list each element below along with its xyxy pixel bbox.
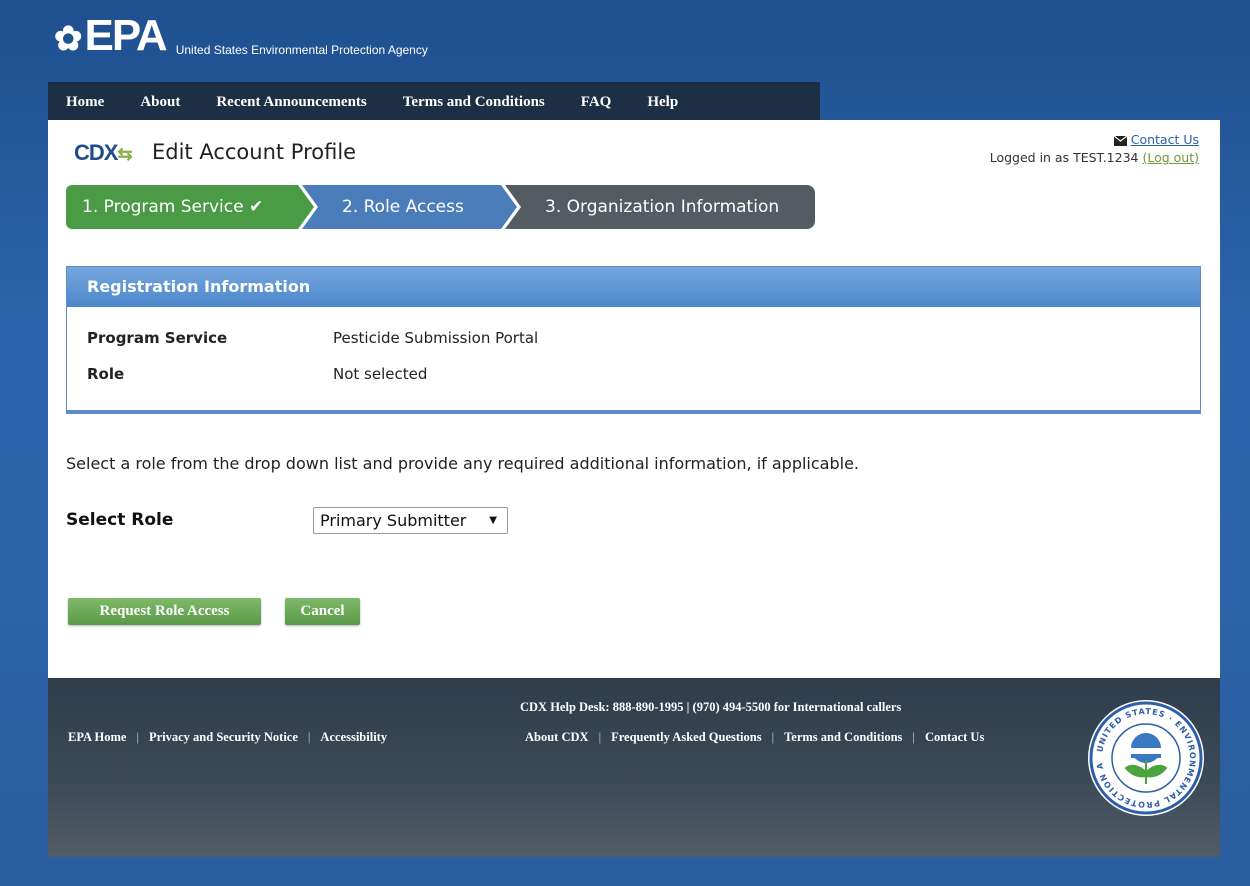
footer-link-accessibility[interactable]: Accessibility [320, 730, 387, 745]
reg-label: Program Service [87, 329, 228, 347]
footer: CDX Help Desk: 888-890-1995 | (970) 494-… [48, 678, 1220, 857]
step-organization-information: 3. Organization Information [505, 185, 815, 229]
epa-logo[interactable]: ✿EPA United States Environmental Protect… [54, 14, 428, 61]
epa-flower-icon: ✿ [54, 20, 82, 58]
cdx-arrow-icon: ⇆ [117, 144, 132, 164]
progress-steps: 1. Program Service ✔ 2. Role Access 3. O… [66, 185, 815, 229]
select-role-label: Select Role [66, 510, 174, 530]
request-role-access-button[interactable]: Request Role Access [68, 598, 261, 625]
registration-info-heading: Registration Information [67, 267, 1200, 307]
account-info: Contact Us Logged in as TEST.1234 (Log o… [990, 132, 1199, 165]
divider: | [912, 730, 915, 744]
page-title: Edit Account Profile [152, 140, 357, 164]
divider: | [307, 730, 311, 744]
reg-value: Not selected [333, 365, 428, 383]
reg-value: Pesticide Submission Portal [333, 329, 539, 347]
reg-row-program-service: Program Service Pesticide Submission Port… [87, 329, 538, 347]
nav-recent-announcements[interactable]: Recent Announcements [198, 82, 384, 120]
footer-link-about-cdx[interactable]: About CDX [525, 730, 589, 745]
envelope-icon [1113, 135, 1127, 146]
footer-link-contact[interactable]: Contact Us [925, 730, 984, 745]
nav-about[interactable]: About [122, 82, 198, 120]
step-role-access[interactable]: 2. Role Access [302, 185, 517, 229]
contact-us-link[interactable]: Contact Us [1131, 132, 1199, 147]
nav-home[interactable]: Home [48, 82, 122, 120]
step-program-service[interactable]: 1. Program Service ✔ [66, 185, 314, 229]
footer-link-privacy[interactable]: Privacy and Security Notice [149, 730, 298, 745]
epa-seal-icon: UNITED STATES · ENVIRONMENTAL PROTECTION… [1086, 698, 1204, 816]
footer-link-epa-home[interactable]: EPA Home [68, 730, 126, 745]
nav-terms[interactable]: Terms and Conditions [385, 82, 563, 120]
epa-logo-mark: ✿EPA [54, 11, 168, 60]
reg-label: Role [87, 365, 125, 383]
cdx-logo: CDX⇆ [74, 140, 133, 165]
main-panel: CDX⇆ Edit Account Profile Contact Us Log… [48, 120, 1220, 678]
footer-link-terms[interactable]: Terms and Conditions [784, 730, 902, 745]
divider: | [771, 730, 775, 744]
nav-help[interactable]: Help [629, 82, 696, 120]
footer-links-left: EPA Home | Privacy and Security Notice |… [68, 730, 387, 745]
caret-down-icon: ▼ [489, 515, 497, 526]
logout-link[interactable]: (Log out) [1142, 150, 1199, 165]
divider: | [136, 730, 139, 744]
footer-links-right: About CDX | Frequently Asked Questions |… [525, 730, 984, 745]
main-nav: Home About Recent Announcements Terms an… [48, 82, 820, 120]
nav-faq[interactable]: FAQ [563, 82, 630, 120]
divider: | [598, 730, 602, 744]
instructions-text: Select a role from the drop down list an… [66, 454, 859, 473]
help-desk-text: CDX Help Desk: 888-890-1995 | (970) 494-… [520, 700, 902, 714]
footer-link-faq[interactable]: Frequently Asked Questions [611, 730, 762, 745]
select-role-value: Primary Submitter [320, 511, 467, 530]
registration-info-box: Registration Information Program Service… [66, 266, 1201, 414]
reg-row-role: Role Not selected [87, 365, 427, 383]
logged-in-text: Logged in as TEST.1234 [989, 150, 1139, 165]
cancel-button[interactable]: Cancel [285, 598, 360, 625]
select-role-dropdown[interactable]: Primary Submitter ▼ [313, 507, 508, 534]
agency-name: United States Environmental Protection A… [175, 43, 428, 57]
